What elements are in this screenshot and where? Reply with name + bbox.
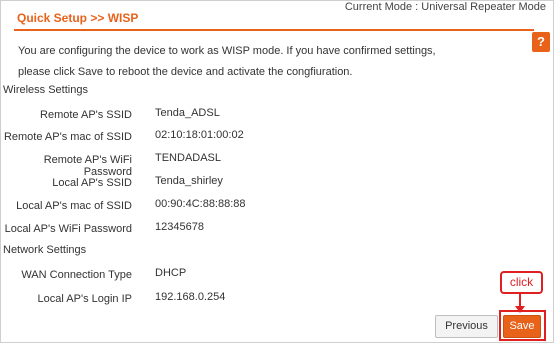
- remote-ssid-label: Remote AP's SSID: [40, 109, 132, 121]
- local-mac-label: Local AP's mac of SSID: [16, 200, 132, 212]
- save-highlight-box: [499, 310, 546, 341]
- wan-type-label: WAN Connection Type: [21, 269, 132, 281]
- login-ip-value: 192.168.0.254: [155, 291, 226, 303]
- current-mode-label: Current Mode : Universal Repeater Mode: [344, 1, 546, 13]
- remote-password-label: Remote AP's WiFi Password: [43, 154, 132, 178]
- click-callout: click: [500, 271, 543, 294]
- local-password-label: Local AP's WiFi Password: [4, 223, 132, 235]
- click-arrow-icon: [515, 293, 525, 313]
- page-title: Quick Setup >> WISP: [17, 11, 139, 25]
- network-settings-heading: Network Settings: [3, 244, 87, 256]
- remote-ssid-value: Tenda_ADSL: [155, 107, 220, 119]
- local-ssid-label: Local AP's SSID: [52, 177, 132, 189]
- intro-text-line-2: please click Save to reboot the device a…: [18, 66, 353, 78]
- local-password-value: 12345678: [155, 221, 204, 233]
- wireless-settings-heading: Wireless Settings: [3, 84, 88, 96]
- remote-mac-label: Remote AP's mac of SSID: [3, 131, 132, 143]
- remote-password-value: TENDADASL: [155, 152, 222, 164]
- remote-mac-value: 02:10:18:01:00:02: [155, 129, 244, 141]
- title-divider: [14, 29, 534, 31]
- help-icon[interactable]: ?: [532, 32, 550, 52]
- wan-type-value: DHCP: [155, 267, 187, 279]
- login-ip-label: Local AP's Login IP: [37, 293, 132, 305]
- local-mac-value: 00:90:4C:88:88:88: [155, 198, 246, 210]
- local-ssid-value: Tenda_shirley: [155, 175, 223, 187]
- previous-button[interactable]: Previous: [435, 315, 498, 338]
- intro-text-line-1: You are configuring the device to work a…: [18, 45, 436, 57]
